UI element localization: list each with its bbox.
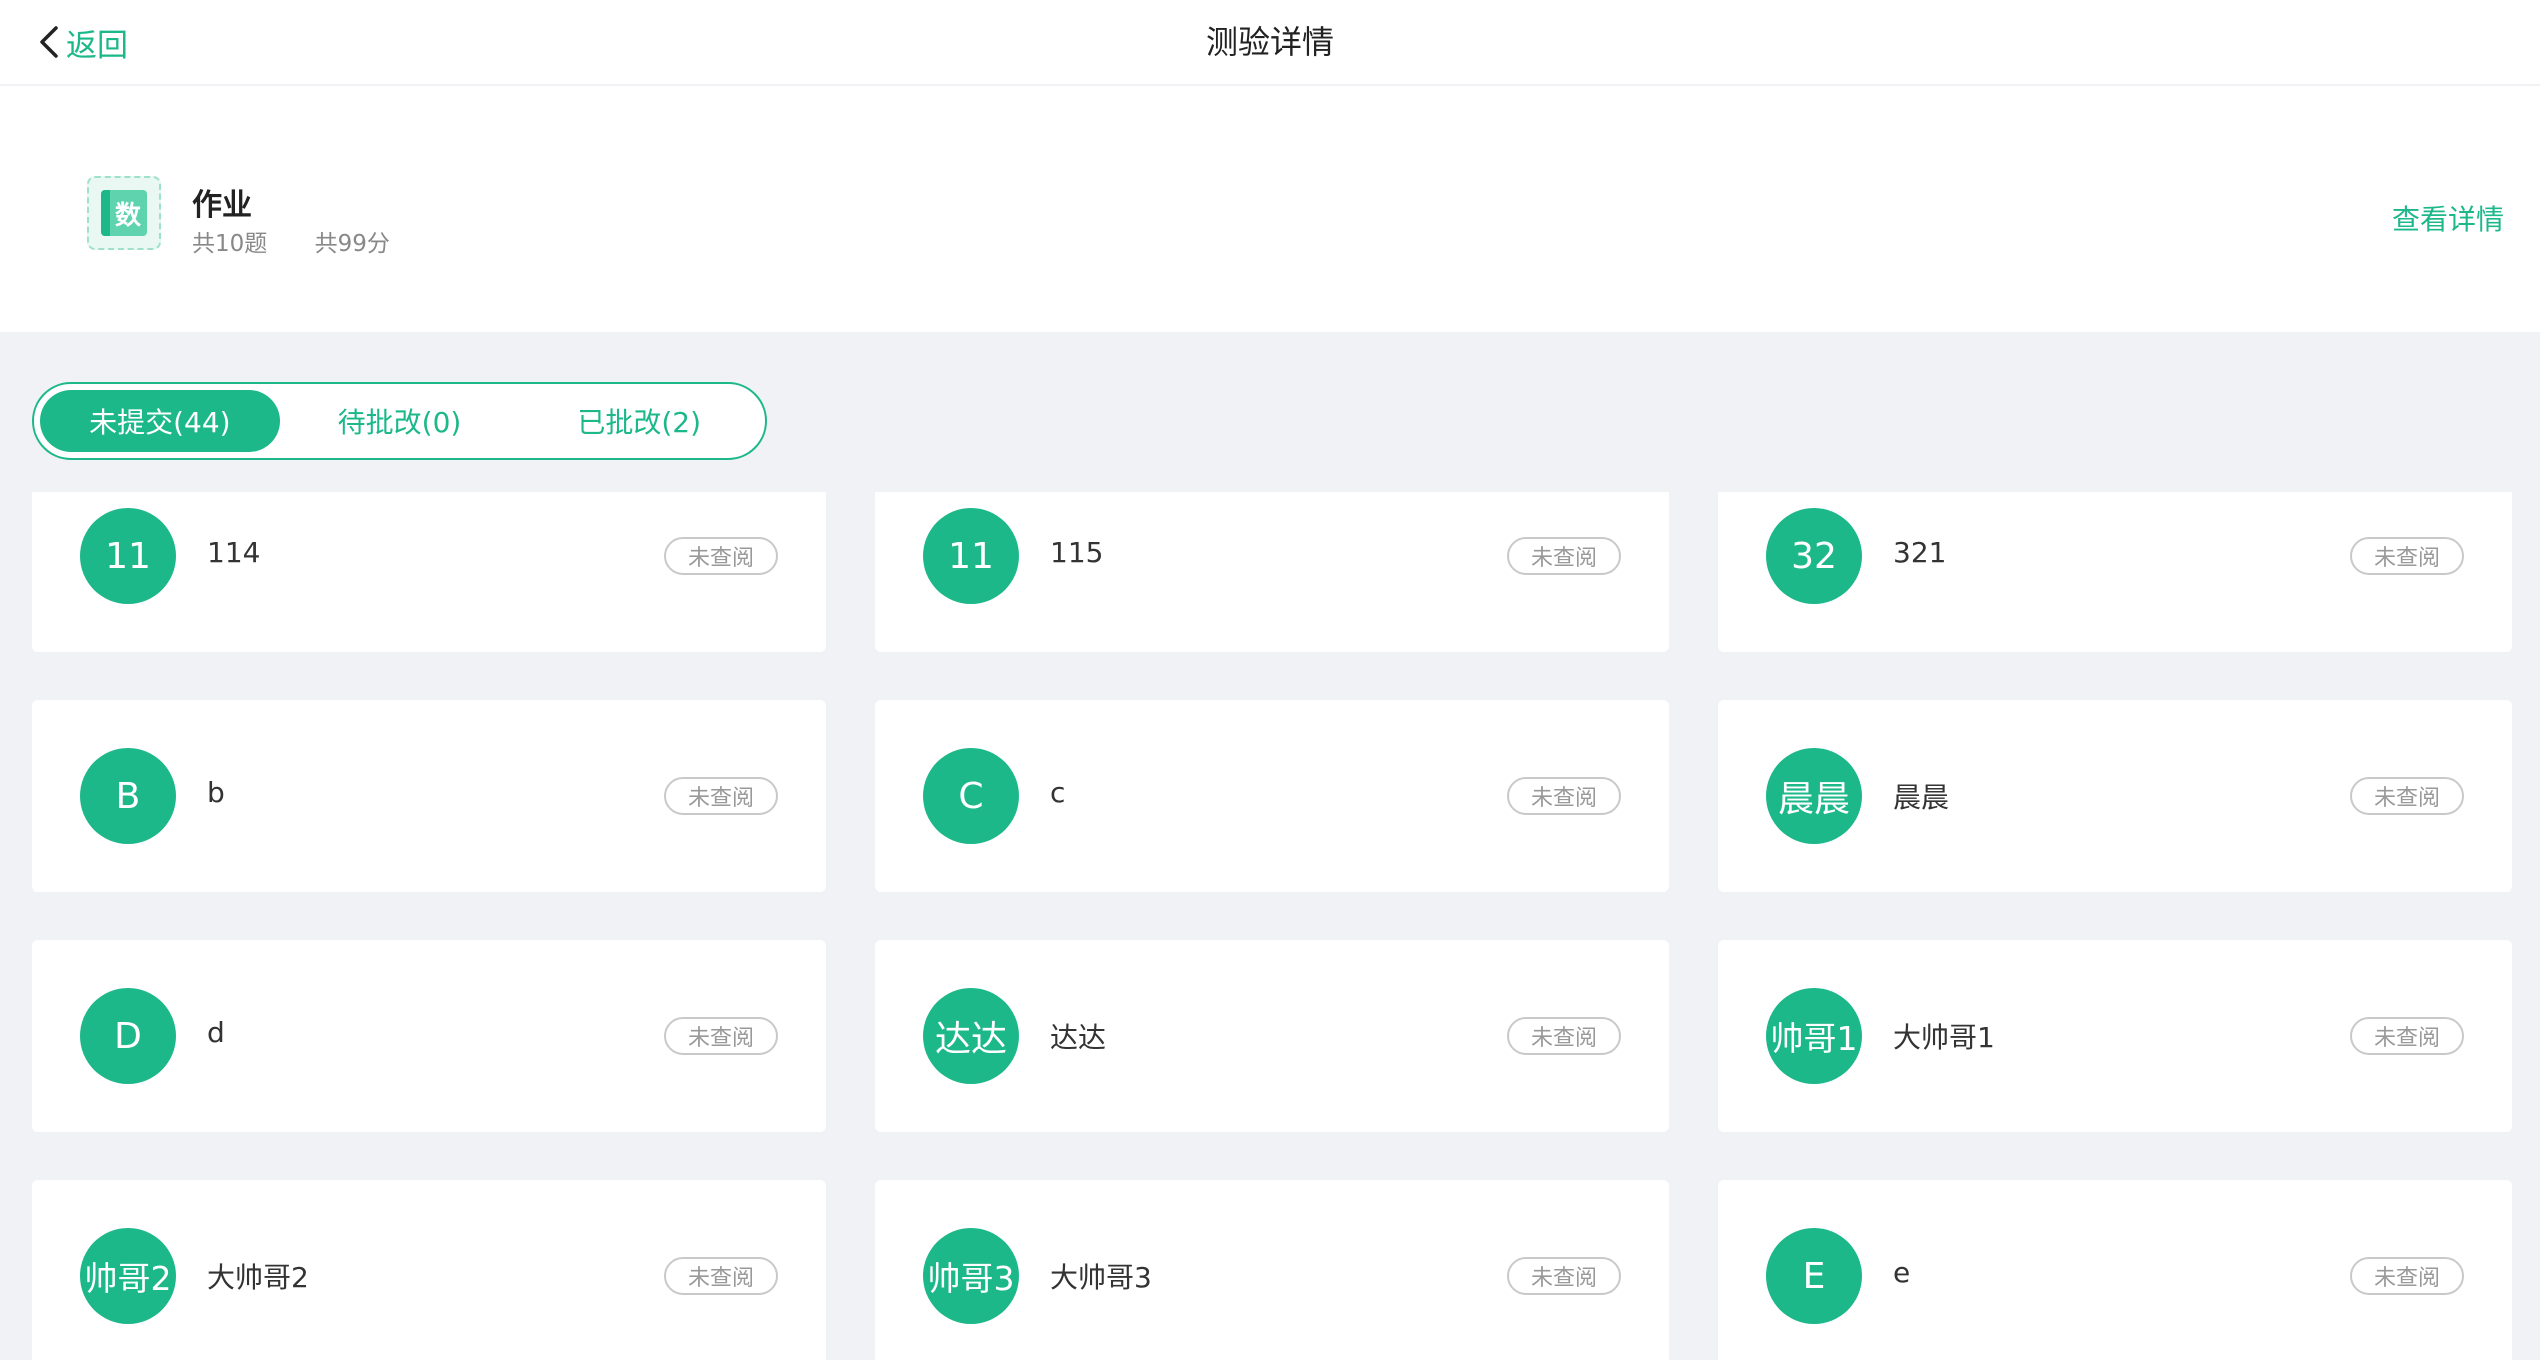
avatar: E	[1766, 1228, 1862, 1324]
status-badge: 未查阅	[1507, 1257, 1621, 1295]
question-count: 共10题	[192, 231, 268, 257]
student-name: b	[207, 776, 225, 809]
status-badge: 未查阅	[2350, 1017, 2464, 1055]
homework-meta: 共10题 共99分	[192, 224, 430, 258]
student-name: 大帅哥2	[207, 1261, 309, 1294]
status-badge: 未查阅	[1507, 1017, 1621, 1055]
subject-glyph: 数	[114, 200, 141, 231]
status-badge: 未查阅	[664, 537, 778, 575]
avatar: 达达	[923, 988, 1019, 1084]
student-card[interactable]: 11 114 未查阅	[32, 492, 826, 652]
status-badge: 未查阅	[1507, 537, 1621, 575]
book-icon: 数	[101, 190, 147, 236]
view-details-link[interactable]: 查看详情	[2392, 198, 2504, 238]
homework-title: 作业	[192, 188, 252, 223]
student-list[interactable]: 11 114 未查阅 11 115 未查阅 32 321 未查阅 Bb 未查阅 Cc 未查阅 晨晨 晨晨 未查…	[32, 492, 2512, 1360]
avatar: C	[923, 748, 1019, 844]
student-name: 晨晨	[1893, 781, 1950, 814]
status-badge: 未查阅	[2350, 1257, 2464, 1295]
nav-bar: 返回 测验详情	[0, 0, 2540, 85]
tab-pending-grading[interactable]: 待批改(0)	[280, 390, 520, 452]
student-card[interactable]: 帅哥3 大帅哥3 未查阅	[875, 1180, 1669, 1360]
math-subject-icon: 数	[87, 176, 161, 250]
student-grid: 11 114 未查阅 11 115 未查阅 32 321 未查阅 Bb 未查阅 Cc 未查阅 晨晨 晨晨 未查…	[32, 492, 2512, 1360]
avatar: 11	[80, 508, 176, 604]
status-badge: 未查阅	[664, 1017, 778, 1055]
status-badge: 未查阅	[664, 1257, 778, 1295]
student-card[interactable]: 32 321 未查阅	[1718, 492, 2512, 652]
avatar: D	[80, 988, 176, 1084]
student-name: e	[1893, 1256, 1911, 1289]
total-score: 共99分	[314, 231, 390, 257]
student-card[interactable]: 11 115 未查阅	[875, 492, 1669, 652]
avatar: B	[80, 748, 176, 844]
student-name: d	[207, 1016, 225, 1049]
student-card[interactable]: Bb 未查阅	[32, 700, 826, 892]
status-badge: 未查阅	[664, 777, 778, 815]
student-card[interactable]: 帅哥2 大帅哥2 未查阅	[32, 1180, 826, 1360]
tab-graded[interactable]: 已批改(2)	[519, 390, 759, 452]
status-badge: 未查阅	[1507, 777, 1621, 815]
status-badge: 未查阅	[2350, 777, 2464, 815]
student-name: 大帅哥3	[1050, 1261, 1152, 1294]
student-name: c	[1050, 776, 1066, 809]
status-tabs: 未提交(44) 待批改(0) 已批改(2)	[32, 382, 767, 460]
avatar: 帅哥1	[1766, 988, 1862, 1084]
student-card[interactable]: 帅哥1 大帅哥1 未查阅	[1718, 940, 2512, 1132]
student-card[interactable]: Dd 未查阅	[32, 940, 826, 1132]
avatar: 32	[1766, 508, 1862, 604]
student-name: 大帅哥1	[1893, 1021, 1995, 1054]
page-title: 测验详情	[1205, 23, 1334, 61]
homework-info-panel: 数 作业 共10题 共99分 查看详情	[0, 86, 2540, 332]
avatar: 晨晨	[1766, 748, 1862, 844]
student-name: 达达	[1050, 1021, 1107, 1054]
student-card[interactable]: 晨晨 晨晨 未查阅	[1718, 700, 2512, 892]
student-card[interactable]: Cc 未查阅	[875, 700, 1669, 892]
tab-not-submitted[interactable]: 未提交(44)	[40, 390, 280, 452]
avatar: 11	[923, 508, 1019, 604]
status-badge: 未查阅	[2350, 537, 2464, 575]
student-name: 321	[1893, 536, 1947, 569]
student-card[interactable]: Ee 未查阅	[1718, 1180, 2512, 1360]
avatar: 帅哥3	[923, 1228, 1019, 1324]
student-card[interactable]: 达达 达达 未查阅	[875, 940, 1669, 1132]
student-name: 114	[207, 536, 261, 569]
avatar: 帅哥2	[80, 1228, 176, 1324]
student-name: 115	[1050, 536, 1104, 569]
